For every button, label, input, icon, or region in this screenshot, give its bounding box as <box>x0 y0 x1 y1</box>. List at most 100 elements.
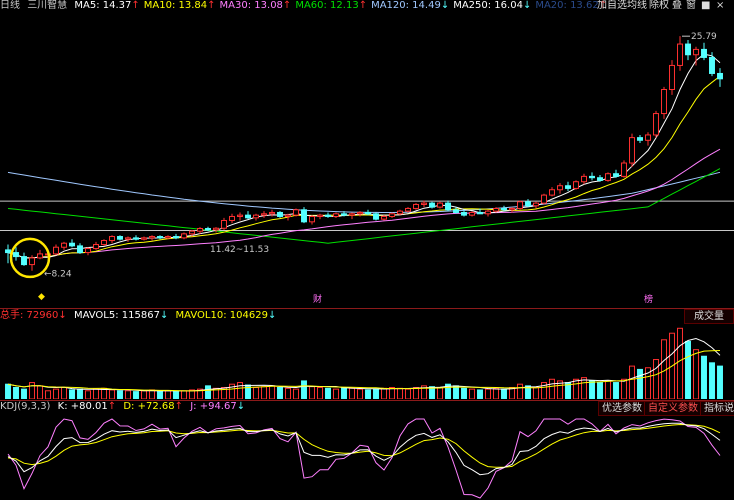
volume-bar <box>485 388 491 399</box>
volume-bar <box>717 365 723 399</box>
candle-body <box>629 137 635 164</box>
volume-bar <box>293 388 299 399</box>
volume-bar <box>469 388 475 399</box>
volume-bar <box>597 382 603 399</box>
add-watchlist-button[interactable]: 加自选 <box>597 0 627 12</box>
kdj-k-arrow: ↑ <box>107 401 117 412</box>
candle-body <box>29 257 35 266</box>
candle-body <box>637 137 643 141</box>
indicator-help-button[interactable]: 指标说明 <box>700 401 734 416</box>
volume-bar <box>701 355 707 399</box>
ma-item-arrow: ↑ <box>358 0 368 11</box>
candle-body <box>509 207 515 211</box>
volume-bar <box>45 390 51 399</box>
volume-bar <box>173 391 179 399</box>
candle-body <box>61 242 67 248</box>
overlay-icon[interactable]: 叠 <box>672 0 682 12</box>
volume-bar <box>581 377 587 399</box>
mavol5: MAVOL5: 115867 <box>73 310 160 321</box>
volume-bar <box>589 380 595 399</box>
volume-bar <box>277 386 283 399</box>
volume-bar <box>61 386 67 399</box>
volume-bar <box>381 387 387 399</box>
candle-body <box>141 237 147 240</box>
volume-bar <box>453 385 459 399</box>
volume-bar <box>709 362 715 399</box>
candle-body <box>557 185 563 191</box>
volume-bar <box>317 386 323 399</box>
candle-body <box>581 175 587 183</box>
candle-body <box>445 202 451 211</box>
volume-bar <box>13 386 19 399</box>
candle-body <box>85 248 91 254</box>
candle-body <box>245 214 251 219</box>
volume-indicator-button[interactable]: 成交量 <box>684 309 734 324</box>
volume-bar <box>181 390 187 399</box>
mavol10-arrow: ↓ <box>267 310 277 321</box>
volume-bar <box>349 387 355 399</box>
candle-body <box>69 242 75 247</box>
window-icon[interactable]: 窗 <box>686 0 696 12</box>
candle-body <box>133 237 139 240</box>
volume-bar <box>333 388 339 399</box>
volume-bar <box>533 386 539 399</box>
range-label: 11.42~11.53 <box>210 245 269 255</box>
candle-body <box>533 202 539 207</box>
candle-body <box>117 236 123 240</box>
candle-body <box>717 72 723 80</box>
kdj-chart[interactable] <box>0 415 734 500</box>
volume-bar <box>109 389 115 399</box>
volume-bar <box>517 383 523 399</box>
ma-item: MA60: 12.13 <box>295 0 359 11</box>
low-label: ←8.24 <box>44 270 72 280</box>
volume-bar <box>605 380 611 399</box>
candle-body <box>317 214 323 217</box>
kdj-title: KDJ(9,3,3) <box>0 401 51 412</box>
custom-params-button[interactable]: 自定义参数 <box>644 401 702 416</box>
volume-bar <box>157 391 163 399</box>
finance-marker: 财 <box>313 293 322 305</box>
candle-body <box>285 214 291 217</box>
candle-body <box>101 240 107 246</box>
divider <box>0 308 734 309</box>
close-icon[interactable]: × <box>716 0 724 12</box>
fullscreen-icon[interactable]: ■ <box>701 0 710 12</box>
kdj-j: J: +94.67 <box>190 401 237 412</box>
ma-item: MA5: 14.37 <box>74 0 132 11</box>
candle-body <box>485 210 491 215</box>
candle-body <box>397 210 403 215</box>
candle-body <box>477 211 483 215</box>
volume-bar <box>365 389 371 399</box>
volume-bar <box>5 383 11 399</box>
ma30-line <box>7 148 721 259</box>
period-label[interactable]: 日线 <box>0 0 20 11</box>
candle-body <box>277 211 283 217</box>
candle-body <box>173 236 179 239</box>
ex-rights-button[interactable]: 除权 <box>649 0 669 12</box>
ma-settings-button[interactable]: 均线 <box>627 0 647 12</box>
candle-body <box>645 134 651 141</box>
volume-bar <box>461 387 467 399</box>
volume-bar <box>117 390 123 399</box>
candlestick-chart[interactable]: 25.79 ←8.24 11.42~11.53 ◆ 财 榜 <box>0 12 734 308</box>
ma-values: MA5: 14.37↑ MA10: 13.84↑ MA30: 13.08↑ MA60:… <box>74 0 611 11</box>
kdj-k: K: +80.01 <box>57 401 108 412</box>
volume-bar <box>133 391 139 399</box>
ma-item-arrow: ↓ <box>440 0 450 11</box>
candle-body <box>517 201 523 209</box>
candle-body <box>597 177 603 181</box>
candle-body <box>125 237 131 240</box>
volume-bar <box>93 388 99 399</box>
candle-body <box>53 246 59 255</box>
optimal-params-button[interactable]: 优选参数 <box>598 401 646 416</box>
total-volume: 总手: 72960 <box>0 310 59 321</box>
volume-bar <box>29 382 35 399</box>
volume-bar <box>205 385 211 399</box>
ma-item: MA30: 13.08 <box>219 0 283 11</box>
volume-chart[interactable] <box>0 323 734 399</box>
volume-bar <box>437 386 443 399</box>
mavol5-arrow: ↓ <box>159 310 169 321</box>
candle-body <box>341 213 347 216</box>
candle-body <box>669 64 675 91</box>
ma-item-arrow: ↑ <box>207 0 216 11</box>
